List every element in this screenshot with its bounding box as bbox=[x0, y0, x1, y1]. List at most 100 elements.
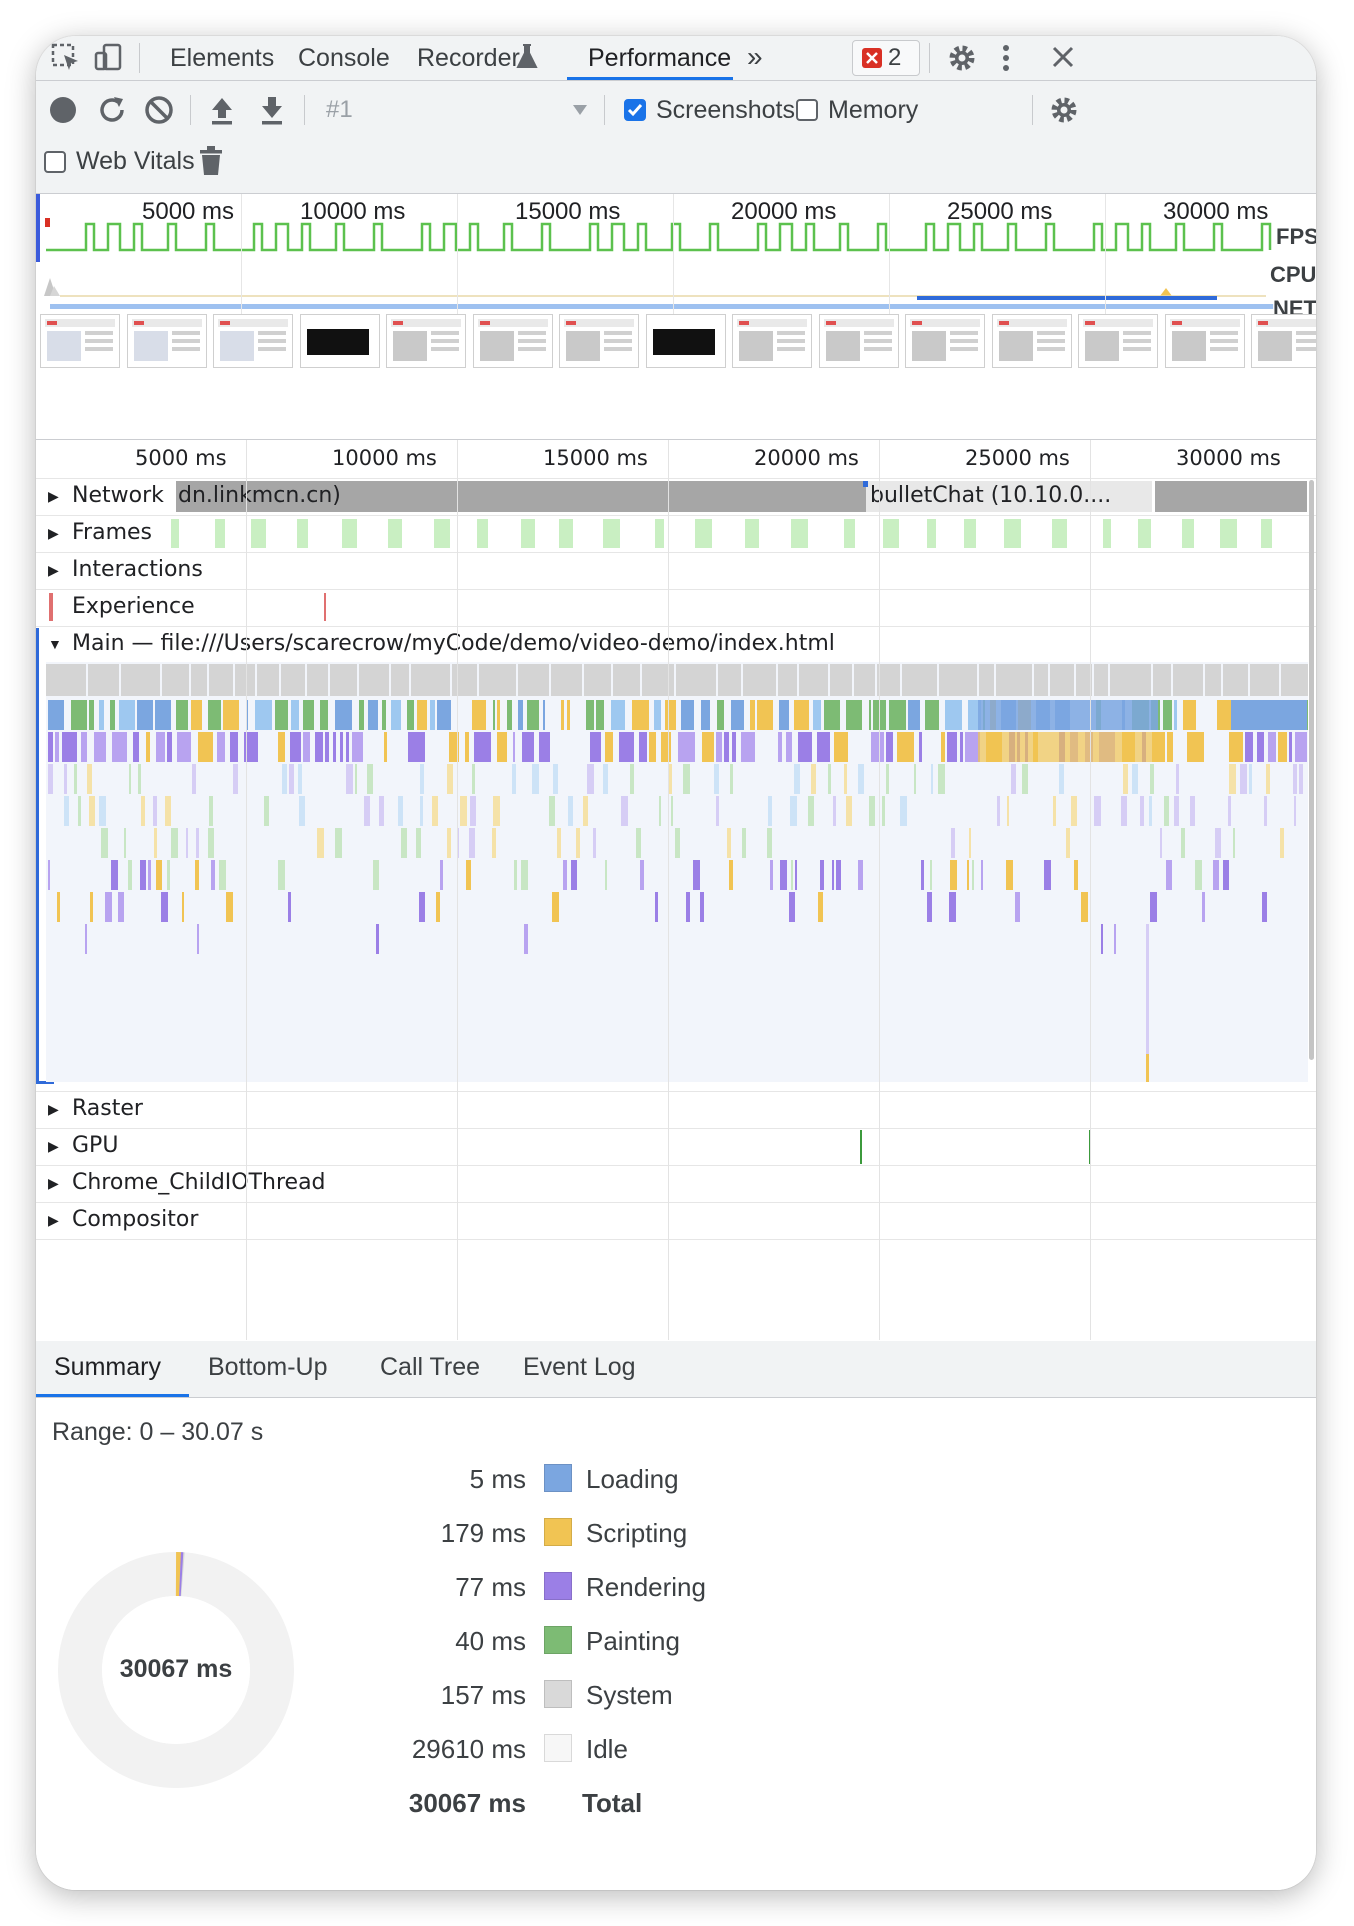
flame-event[interactable] bbox=[57, 892, 60, 922]
flame-event[interactable] bbox=[1268, 732, 1276, 762]
flame-event[interactable] bbox=[1150, 764, 1154, 794]
flame-event[interactable] bbox=[48, 764, 53, 794]
flame-event[interactable] bbox=[886, 732, 893, 762]
frame-bar[interactable] bbox=[844, 519, 855, 548]
flame-event[interactable] bbox=[908, 700, 920, 730]
flame-event[interactable] bbox=[833, 796, 836, 826]
flame-event[interactable] bbox=[836, 860, 841, 890]
flame-event[interactable] bbox=[671, 796, 673, 826]
flame-event[interactable] bbox=[148, 860, 151, 890]
flame-event[interactable] bbox=[368, 700, 378, 730]
flame-event[interactable] bbox=[465, 732, 469, 762]
flame-event[interactable] bbox=[640, 860, 644, 890]
flame-event[interactable] bbox=[567, 700, 570, 730]
expand-arrow-icon[interactable]: ▶ bbox=[48, 525, 59, 542]
flame-event[interactable] bbox=[432, 796, 438, 826]
flame-event[interactable] bbox=[543, 700, 545, 730]
flame-event[interactable] bbox=[420, 796, 423, 826]
track-childio[interactable]: ▶ Chrome_ChildIOThread bbox=[36, 1165, 1316, 1203]
flame-event[interactable] bbox=[382, 700, 386, 730]
flame-event[interactable] bbox=[981, 860, 983, 890]
flame-event[interactable] bbox=[197, 924, 199, 954]
flame-event[interactable] bbox=[165, 796, 171, 826]
flame-event[interactable] bbox=[1160, 828, 1162, 858]
flame-event[interactable] bbox=[1140, 796, 1144, 826]
gear-icon[interactable] bbox=[946, 42, 978, 79]
flame-event[interactable] bbox=[1190, 796, 1195, 826]
flame-event[interactable] bbox=[355, 764, 357, 794]
memory-checkbox[interactable] bbox=[796, 99, 818, 121]
track-interactions[interactable]: ▶ Interactions bbox=[36, 552, 1316, 590]
more-tabs-button[interactable]: » bbox=[747, 41, 763, 73]
flame-event[interactable] bbox=[230, 732, 238, 762]
flame-event[interactable] bbox=[156, 732, 165, 762]
frame-bar[interactable] bbox=[791, 519, 808, 548]
frame-bar[interactable] bbox=[215, 519, 225, 548]
flame-event[interactable] bbox=[1101, 924, 1103, 954]
flame-event[interactable] bbox=[340, 732, 343, 762]
flame-event[interactable] bbox=[978, 732, 1158, 762]
flame-event[interactable] bbox=[71, 700, 87, 730]
flame-event[interactable] bbox=[303, 732, 310, 762]
flame-event[interactable] bbox=[298, 764, 302, 794]
flame-event[interactable] bbox=[960, 732, 963, 762]
flame-event[interactable] bbox=[208, 700, 221, 730]
flame-event[interactable] bbox=[921, 860, 924, 890]
flame-event[interactable] bbox=[1293, 764, 1297, 794]
flame-event[interactable] bbox=[376, 924, 379, 954]
frame-bar[interactable] bbox=[695, 519, 712, 548]
tab-event-log[interactable]: Event Log bbox=[523, 1353, 636, 1382]
frame-bar[interactable] bbox=[559, 519, 573, 548]
flame-event[interactable] bbox=[1174, 796, 1179, 826]
flame-event[interactable] bbox=[176, 700, 188, 730]
flame-event[interactable] bbox=[440, 860, 443, 890]
flame-event[interactable] bbox=[233, 764, 238, 794]
flame-event[interactable] bbox=[938, 764, 945, 794]
flame-event[interactable] bbox=[85, 924, 87, 954]
flame-event[interactable] bbox=[593, 828, 596, 858]
flame-event[interactable] bbox=[778, 732, 782, 762]
flame-event[interactable] bbox=[171, 828, 178, 858]
profile-select[interactable]: #1 bbox=[326, 96, 353, 124]
flame-event[interactable] bbox=[813, 700, 821, 730]
flame-event[interactable] bbox=[1213, 860, 1219, 890]
flame-event[interactable] bbox=[1081, 892, 1088, 922]
flame-event[interactable] bbox=[817, 732, 830, 762]
flame-event[interactable] bbox=[1245, 732, 1253, 762]
tab-recorder[interactable]: Recorder bbox=[417, 44, 520, 73]
flame-event[interactable] bbox=[129, 764, 131, 794]
flame-event[interactable] bbox=[882, 796, 885, 826]
flame-event[interactable] bbox=[869, 796, 875, 826]
flame-event[interactable] bbox=[716, 796, 719, 826]
flame-event[interactable] bbox=[408, 732, 425, 762]
flame-event[interactable] bbox=[621, 796, 628, 826]
frame-bar[interactable] bbox=[171, 519, 179, 548]
track-experience[interactable]: Experience bbox=[36, 589, 1316, 627]
flame-event[interactable] bbox=[590, 732, 601, 762]
error-counter[interactable]: 2 bbox=[852, 40, 920, 76]
flame-event[interactable] bbox=[90, 892, 93, 922]
flame-event[interactable] bbox=[140, 860, 146, 890]
flame-event[interactable] bbox=[128, 860, 132, 890]
tab-console[interactable]: Console bbox=[298, 44, 390, 73]
flame-event[interactable] bbox=[605, 860, 607, 890]
flame-event[interactable] bbox=[154, 828, 157, 858]
flame-event[interactable] bbox=[1174, 700, 1177, 730]
flame-event[interactable] bbox=[99, 700, 104, 730]
collapse-arrow-icon[interactable]: ▼ bbox=[48, 636, 62, 652]
flame-event[interactable] bbox=[795, 860, 797, 890]
flame-event[interactable] bbox=[611, 700, 625, 730]
flame-event[interactable] bbox=[493, 700, 495, 730]
flame-event[interactable] bbox=[447, 828, 451, 858]
flame-event[interactable] bbox=[333, 732, 336, 762]
flame-event[interactable] bbox=[1262, 892, 1267, 922]
frame-bar[interactable] bbox=[521, 519, 535, 548]
flame-event[interactable] bbox=[407, 700, 414, 730]
expand-arrow-icon[interactable]: ▶ bbox=[48, 1175, 59, 1192]
flame-event[interactable] bbox=[798, 732, 812, 762]
flame-event[interactable] bbox=[513, 732, 515, 762]
flame-event[interactable] bbox=[750, 700, 755, 730]
flame-event[interactable] bbox=[596, 700, 604, 730]
flame-event[interactable] bbox=[790, 796, 797, 826]
flame-event[interactable] bbox=[630, 764, 634, 794]
